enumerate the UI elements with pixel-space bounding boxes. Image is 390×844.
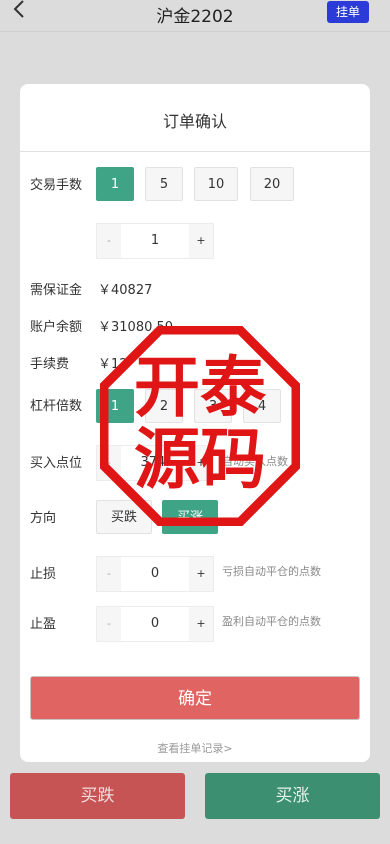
margin-value: ￥40827: [98, 283, 153, 298]
buy-rise-button[interactable]: 买涨: [205, 773, 380, 819]
take-profit-value[interactable]: 0: [121, 607, 189, 641]
pending-order-button[interactable]: 挂单: [327, 1, 369, 23]
stop-loss-stepper: - 0 +: [96, 556, 214, 592]
fee-label: 手续费: [30, 357, 70, 372]
order-confirm-card: 订单确认 交易手数 1 5 10 20 - 1 + 需保证金 ￥40827 账户…: [20, 84, 370, 762]
leverage-option-4[interactable]: 4: [243, 389, 281, 423]
card-divider: [20, 151, 370, 152]
leverage-label: 杠杆倍数: [30, 399, 83, 414]
view-pending-records-link[interactable]: 查看挂单记录>: [20, 740, 370, 756]
take-profit-stepper: - 0 +: [96, 606, 214, 642]
card-title: 订单确认: [162, 112, 227, 131]
lots-option-20[interactable]: 20: [250, 167, 294, 201]
leverage-option-1[interactable]: 1: [96, 389, 134, 423]
stop-loss-hint: 亏损自动平仓的点数: [222, 565, 321, 578]
stop-loss-label: 止损: [30, 567, 57, 582]
balance-value: ￥31080.50: [98, 320, 174, 335]
margin-label: 需保证金: [30, 283, 83, 298]
buy-fall-button[interactable]: 买跌: [10, 773, 185, 819]
direction-rise-option[interactable]: 买涨: [162, 500, 218, 534]
take-profit-plus-button[interactable]: +: [189, 607, 213, 641]
confirm-button[interactable]: 确定: [30, 676, 360, 720]
stop-loss-minus-button[interactable]: -: [97, 557, 121, 591]
lots-option-5[interactable]: 5: [145, 167, 183, 201]
stop-loss-value[interactable]: 0: [121, 557, 189, 591]
header-divider: [0, 31, 390, 32]
entry-stepper: - 374. +: [96, 445, 214, 481]
lots-option-1[interactable]: 1: [96, 167, 134, 201]
direction-fall-option[interactable]: 买跌: [96, 500, 152, 534]
take-profit-minus-button[interactable]: -: [97, 607, 121, 641]
lots-value[interactable]: 1: [121, 224, 189, 258]
take-profit-hint: 盈利自动平仓的点数: [222, 615, 321, 628]
lots-label: 交易手数: [30, 178, 83, 193]
fee-value: ￥12: [98, 357, 128, 372]
take-profit-label: 止盈: [30, 617, 57, 632]
direction-label: 方向: [30, 511, 57, 526]
lots-stepper: - 1 +: [96, 223, 214, 259]
entry-label: 买入点位: [30, 456, 83, 471]
leverage-option-2[interactable]: 2: [145, 389, 183, 423]
entry-minus-button[interactable]: -: [97, 446, 121, 480]
lots-option-10[interactable]: 10: [194, 167, 238, 201]
lots-minus-button[interactable]: -: [97, 224, 121, 258]
entry-plus-button[interactable]: +: [189, 446, 213, 480]
balance-label: 账户余额: [30, 320, 83, 335]
leverage-option-3[interactable]: 3: [194, 389, 232, 423]
top-bar: 沪金2202 挂单: [0, 0, 390, 27]
entry-hint: 自动买入点数: [222, 455, 288, 468]
entry-value[interactable]: 374.: [121, 446, 189, 480]
stop-loss-plus-button[interactable]: +: [189, 557, 213, 591]
lots-plus-button[interactable]: +: [189, 224, 213, 258]
